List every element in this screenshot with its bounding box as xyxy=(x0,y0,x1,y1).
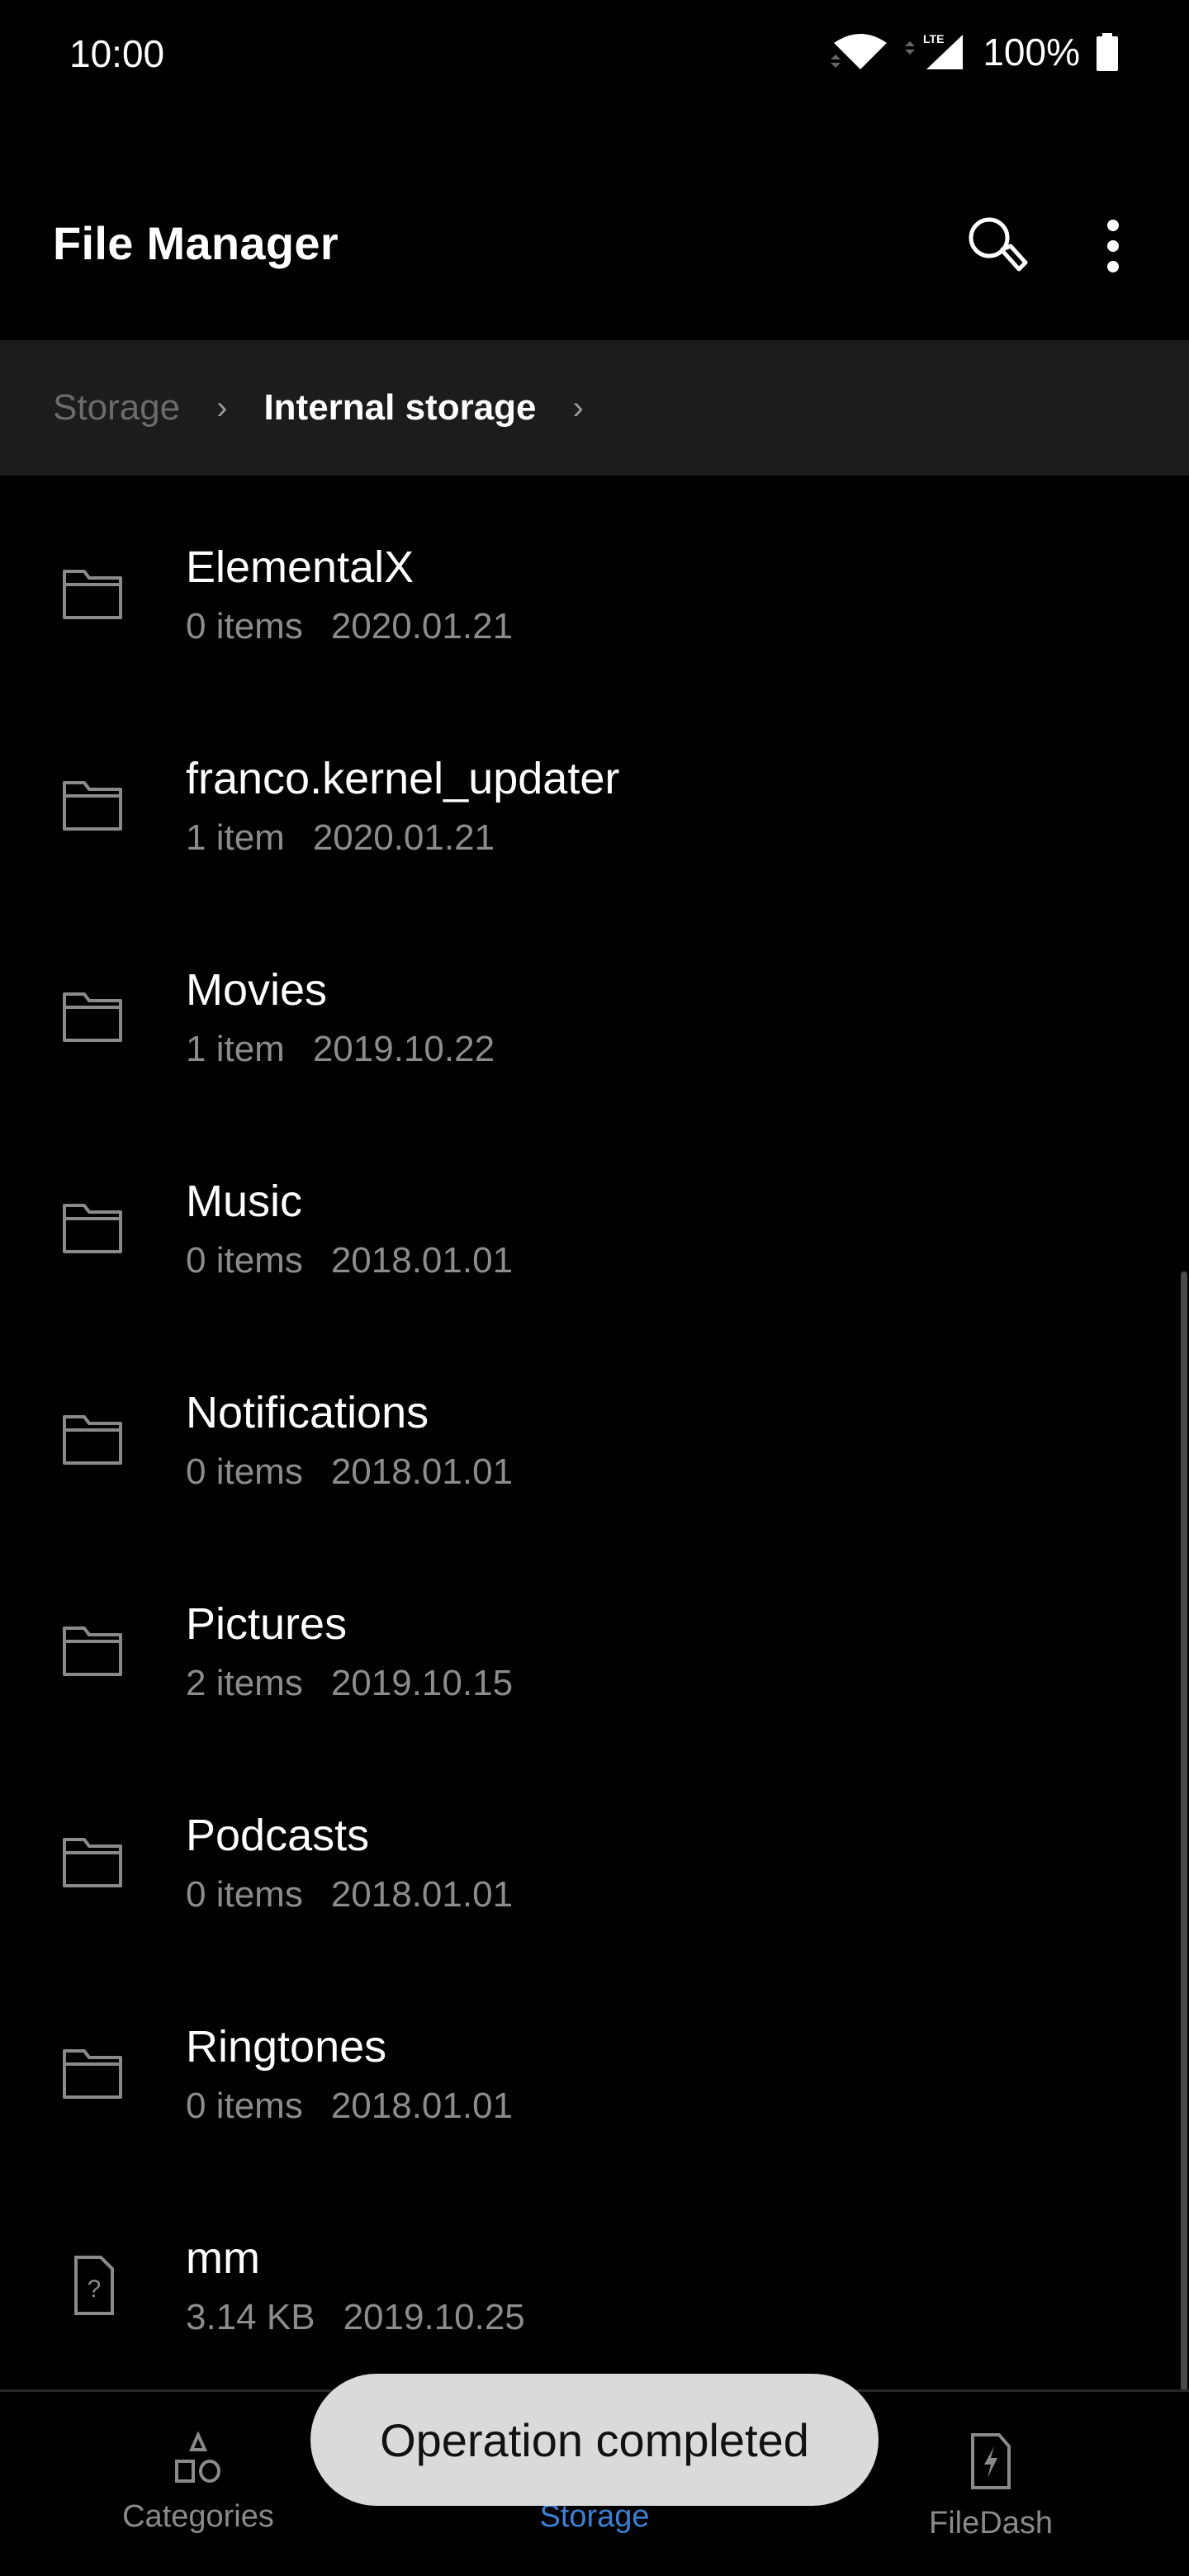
file-date: 2018.01.01 xyxy=(330,1240,514,1281)
file-row[interactable]: ? mm 3.14 KB 2019.10.25 xyxy=(0,2181,1172,2393)
file-count: 1 item xyxy=(186,817,285,858)
file-row[interactable]: ElementalX 0 items 2020.01.21 xyxy=(0,490,1172,702)
breadcrumb-internal-storage[interactable]: Internal storage xyxy=(263,387,536,429)
status-time: 10:00 xyxy=(69,32,165,75)
file-meta: 1 item 2020.01.21 xyxy=(186,817,495,859)
search-icon xyxy=(969,217,1028,272)
categories-icon xyxy=(175,2432,220,2483)
lte-label: LTE xyxy=(923,32,944,45)
toast: Operation completed xyxy=(310,2374,879,2506)
wifi-icon xyxy=(831,34,888,69)
file-count: 3.14 KB xyxy=(186,2297,315,2337)
folder-icon xyxy=(59,2044,126,2104)
folder-icon xyxy=(59,565,126,624)
file-row[interactable]: Ringtones 0 items 2018.01.01 xyxy=(0,1970,1172,2181)
status-icons: LTE 100% xyxy=(831,30,1120,74)
svg-text:?: ? xyxy=(88,2275,102,2303)
unknown-file-icon: ? xyxy=(59,2256,126,2315)
breadcrumb: Storage › Internal storage › xyxy=(0,340,1189,476)
file-meta: 0 items 2020.01.21 xyxy=(186,606,513,647)
file-row[interactable]: franco.kernel_updater 1 item 2020.01.21 xyxy=(0,702,1172,913)
more-options-button[interactable] xyxy=(1073,206,1153,286)
file-date: 2018.01.01 xyxy=(330,1874,514,1915)
filedash-icon xyxy=(971,2433,1011,2489)
file-row[interactable]: Pictures 2 items 2019.10.15 xyxy=(0,1547,1172,1759)
file-name: Movies xyxy=(186,965,328,1015)
folder-icon xyxy=(59,1410,126,1470)
nav-label: FileDash xyxy=(929,2506,1053,2540)
file-date: 2018.01.01 xyxy=(330,2086,514,2126)
folder-icon xyxy=(59,776,126,836)
chevron-right-icon: › xyxy=(216,389,228,426)
battery-icon xyxy=(1097,33,1118,71)
file-count: 1 item xyxy=(186,1029,285,1069)
file-count: 2 items xyxy=(186,1663,303,1703)
search-button[interactable] xyxy=(958,206,1037,286)
file-date: 2019.10.15 xyxy=(330,1663,514,1703)
file-count: 0 items xyxy=(186,606,303,646)
file-name: Pictures xyxy=(186,1599,348,1649)
more-vert-icon xyxy=(1107,220,1119,272)
file-count: 0 items xyxy=(186,1451,303,1492)
file-name: mm xyxy=(186,2233,260,2283)
file-meta: 0 items 2018.01.01 xyxy=(186,2086,513,2127)
file-date: 2019.10.22 xyxy=(312,1029,495,1069)
folder-icon xyxy=(59,1833,126,1892)
chevron-right-icon: › xyxy=(572,389,584,426)
folder-icon xyxy=(59,1622,126,1681)
file-row[interactable]: Music 0 items 2018.01.01 xyxy=(0,1125,1172,1336)
file-name: Notifications xyxy=(186,1388,429,1437)
file-name: Music xyxy=(186,1177,303,1226)
scrollbar[interactable] xyxy=(1181,1271,1187,2391)
file-row[interactable]: Podcasts 0 items 2018.01.01 xyxy=(0,1759,1172,1970)
file-date: 2020.01.21 xyxy=(312,817,495,858)
file-meta: 0 items 2018.01.01 xyxy=(186,1240,513,1281)
file-date: 2018.01.01 xyxy=(330,1451,514,1492)
file-date: 2020.01.21 xyxy=(330,606,514,646)
lte-signal-icon: LTE xyxy=(905,32,964,69)
file-name: ElementalX xyxy=(186,542,414,592)
file-meta: 2 items 2019.10.15 xyxy=(186,1663,513,1704)
file-name: Ringtones xyxy=(186,2022,387,2072)
breadcrumb-storage[interactable]: Storage xyxy=(53,387,180,429)
app-title: File Manager xyxy=(53,217,339,269)
file-meta: 0 items 2018.01.01 xyxy=(186,1451,513,1493)
file-name: Podcasts xyxy=(186,1811,370,1860)
file-meta: 3.14 KB 2019.10.25 xyxy=(186,2297,525,2338)
file-meta: 0 items 2018.01.01 xyxy=(186,1874,513,1915)
file-row[interactable]: Movies 1 item 2019.10.22 xyxy=(0,913,1172,1125)
file-row[interactable]: Notifications 0 items 2018.01.01 xyxy=(0,1336,1172,1547)
folder-icon xyxy=(59,987,126,1047)
folder-icon xyxy=(59,1199,126,1258)
file-meta: 1 item 2019.10.22 xyxy=(186,1029,495,1070)
file-count: 0 items xyxy=(186,2086,303,2126)
toast-message: Operation completed xyxy=(380,2413,809,2466)
battery-percent: 100% xyxy=(983,31,1080,73)
file-count: 0 items xyxy=(186,1240,303,1281)
file-date: 2019.10.25 xyxy=(343,2297,525,2337)
nav-label: Categories xyxy=(122,2499,274,2534)
file-name: franco.kernel_updater xyxy=(186,754,620,803)
file-count: 0 items xyxy=(186,1874,303,1915)
